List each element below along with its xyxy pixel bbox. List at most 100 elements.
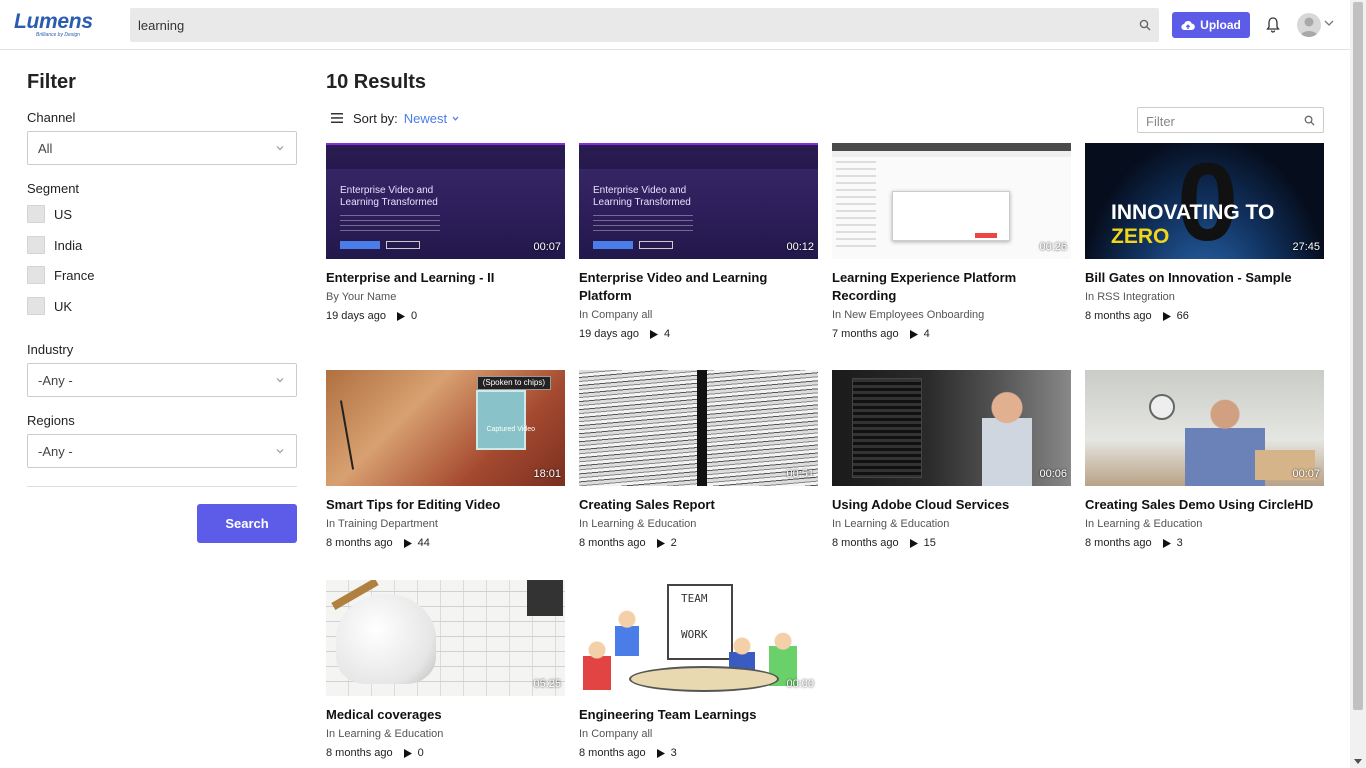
search-button[interactable]: Search — [197, 504, 297, 543]
video-thumbnail[interactable]: 0 INNOVATING TO ZERO 27:45 — [1085, 143, 1324, 259]
play-icon — [649, 329, 658, 339]
video-thumbnail[interactable]: 05:25 — [326, 580, 565, 696]
list-menu-icon[interactable] — [331, 113, 343, 123]
thumbnail-shape — [1149, 394, 1175, 420]
video-meta: 8 months ago 15 — [832, 536, 1071, 550]
scrollbar-thumb[interactable] — [1353, 2, 1363, 710]
segment-checkbox[interactable] — [27, 236, 45, 254]
video-card[interactable]: 05:25 Medical coverages In Learning & Ed… — [326, 580, 565, 760]
video-duration: 00:51 — [786, 468, 814, 480]
video-card[interactable]: 0 INNOVATING TO ZERO 27:45 Bill Gates on… — [1085, 143, 1324, 323]
segment-option-label: US — [54, 206, 73, 222]
thumbnail-shape — [697, 370, 707, 486]
video-title[interactable]: Medical coverages — [326, 706, 565, 724]
results-filter — [1137, 107, 1324, 133]
regions-label: Regions — [27, 413, 75, 428]
search-icon[interactable] — [1139, 19, 1151, 31]
industry-select[interactable]: -Any - — [27, 363, 297, 397]
logo-text: Lumens — [14, 10, 93, 33]
video-meta: 8 months ago 66 — [1085, 309, 1324, 323]
regions-value: -Any - — [38, 444, 73, 459]
segment-option-france[interactable]: France — [27, 265, 94, 285]
video-thumbnail[interactable]: TEAM WORK 00:00 — [579, 580, 818, 696]
video-card[interactable]: 00:51 Creating Sales Report In Learning … — [579, 370, 818, 550]
sort-control[interactable]: Sort by: Newest — [331, 110, 459, 126]
video-title[interactable]: Creating Sales Report — [579, 496, 818, 514]
video-meta: 19 days ago 4 — [579, 327, 818, 341]
sort-value-dropdown[interactable]: Newest — [404, 111, 447, 126]
segment-checkbox[interactable] — [27, 297, 45, 315]
thumbnail-lines — [340, 215, 440, 233]
video-duration: 00:26 — [1039, 241, 1067, 253]
thumbnail-lines — [593, 215, 693, 233]
video-duration: 05:25 — [533, 678, 561, 690]
video-title[interactable]: Creating Sales Demo Using CircleHD — [1085, 496, 1324, 514]
video-card[interactable]: TEAM WORK 00:00 Engineering Team Learnin… — [579, 580, 818, 760]
video-title[interactable]: Enterprise Video and Learning Platform — [579, 269, 818, 305]
chevron-down-icon[interactable] — [452, 116, 459, 121]
thumbnail-shape — [340, 241, 380, 249]
video-views: 2 — [670, 537, 677, 549]
search-icon[interactable] — [1304, 115, 1315, 126]
filter-divider — [27, 486, 297, 487]
channel-select[interactable]: All — [27, 131, 297, 165]
video-views: 0 — [410, 310, 418, 322]
upload-button[interactable]: Upload — [1172, 12, 1250, 38]
regions-select[interactable]: -Any - — [27, 434, 297, 468]
video-duration: 00:07 — [1292, 468, 1320, 480]
bell-icon[interactable] — [1265, 16, 1281, 34]
video-title[interactable]: Bill Gates on Innovation - Sample — [1085, 269, 1324, 287]
video-age: 8 months ago — [1085, 537, 1152, 549]
video-card[interactable]: 00:07 Creating Sales Demo Using CircleHD… — [1085, 370, 1324, 550]
chevron-down-icon[interactable] — [1324, 19, 1334, 27]
video-title[interactable]: Engineering Team Learnings — [579, 706, 818, 724]
thumbnail-shape — [527, 580, 563, 616]
video-thumbnail[interactable]: 00:06 — [832, 370, 1071, 486]
video-thumbnail[interactable]: Enterprise Video and Learning Transformed… — [326, 143, 565, 259]
segment-option-us[interactable]: US — [27, 204, 72, 224]
video-channel: In Learning & Education — [579, 518, 697, 530]
video-age: 8 months ago — [832, 537, 899, 549]
play-icon — [909, 538, 918, 548]
industry-label: Industry — [27, 342, 74, 357]
upload-label: Upload — [1200, 18, 1241, 32]
user-avatar[interactable] — [1297, 13, 1321, 37]
thumbnail-caption: (Spoken to chips) — [476, 376, 551, 390]
video-thumbnail[interactable]: 00:07 — [1085, 370, 1324, 486]
video-age: 7 months ago — [832, 328, 899, 340]
chevron-down-icon — [276, 146, 284, 151]
video-card[interactable]: 00:26 Learning Experience Platform Recor… — [832, 143, 1071, 341]
segment-checkbox[interactable] — [27, 205, 45, 223]
video-title[interactable]: Using Adobe Cloud Services — [832, 496, 1071, 514]
segment-option-uk[interactable]: UK — [27, 296, 72, 316]
video-card[interactable]: 00:06 Using Adobe Cloud Services In Lear… — [832, 370, 1071, 550]
video-card[interactable]: Enterprise Video and Learning Transformed… — [326, 143, 565, 323]
play-icon — [1162, 311, 1171, 321]
video-thumbnail[interactable]: 00:51 — [579, 370, 818, 486]
segment-option-india[interactable]: India — [27, 235, 82, 255]
video-card[interactable]: (Spoken to chips) Captured Video 18:01 S… — [326, 370, 565, 550]
results-filter-input[interactable] — [1146, 113, 1296, 129]
thumbnail-shape — [336, 594, 436, 684]
scroll-down-arrow[interactable] — [1354, 759, 1362, 764]
page-scrollbar[interactable] — [1350, 0, 1366, 768]
video-thumbnail[interactable]: Enterprise Video and Learning Transformed… — [579, 143, 818, 259]
thumbnail-shape — [852, 378, 922, 478]
thumbnail-shape — [629, 666, 779, 692]
video-title[interactable]: Smart Tips for Editing Video — [326, 496, 565, 514]
video-thumbnail[interactable]: 00:26 — [832, 143, 1071, 259]
video-meta: 8 months ago 44 — [326, 536, 565, 550]
global-search-input[interactable] — [138, 16, 1098, 34]
segment-option-label: UK — [54, 298, 73, 314]
video-views: 4 — [663, 328, 671, 340]
lumens-logo[interactable]: Lumens Brilliance by Design — [14, 10, 104, 38]
video-views: 44 — [417, 537, 430, 549]
video-thumbnail[interactable]: (Spoken to chips) Captured Video 18:01 — [326, 370, 565, 486]
video-card[interactable]: Enterprise Video and Learning Transformed… — [579, 143, 818, 341]
video-title[interactable]: Enterprise and Learning - II — [326, 269, 565, 287]
video-title[interactable]: Learning Experience Platform Recording — [832, 269, 1071, 305]
video-channel: By Your Name — [326, 291, 397, 303]
user-icon — [1300, 17, 1318, 37]
segment-checkbox[interactable] — [27, 266, 45, 284]
thumbnail-shape — [1185, 394, 1265, 486]
